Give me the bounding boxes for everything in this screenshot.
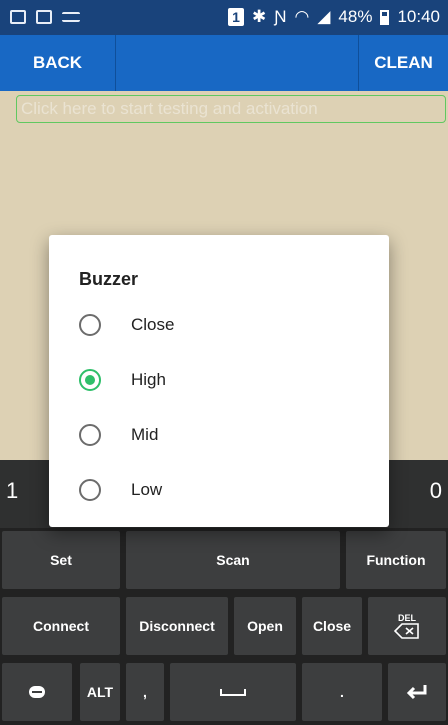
option-label: High	[131, 370, 166, 389]
nfc-icon: Ɲ	[274, 7, 287, 26]
buzzer-dialog: Buzzer Close High Mid Low	[49, 235, 389, 527]
option-label: Close	[131, 315, 175, 334]
open-key[interactable]: Open	[234, 597, 296, 655]
comma-key[interactable]: ,	[126, 663, 164, 721]
radio-button-selected[interactable]	[79, 369, 101, 391]
close-key[interactable]: Close	[302, 597, 362, 655]
enter-key[interactable]	[388, 663, 446, 721]
voicemail-icon	[62, 12, 80, 22]
minus-circle-icon	[29, 686, 45, 698]
set-key[interactable]: Set	[2, 531, 120, 589]
activation-prompt[interactable]: Click here to start testing and activati…	[16, 95, 446, 123]
space-icon	[220, 689, 246, 696]
period-key[interactable]: .	[302, 663, 382, 721]
connect-key[interactable]: Connect	[2, 597, 120, 655]
delete-key-label: DEL	[398, 613, 416, 623]
signal-icon: ◢	[317, 7, 331, 26]
keyboard: Set Scan Function Connect Disconnect Ope…	[0, 528, 448, 725]
option-label: Mid	[131, 425, 159, 444]
option-label: Low	[131, 480, 163, 499]
bluetooth-icon: ✱	[251, 7, 267, 26]
battery-icon	[380, 9, 390, 25]
radio-button[interactable]	[79, 314, 101, 336]
title-bar: BACK CLEAN	[0, 35, 448, 91]
back-button[interactable]: BACK	[0, 35, 116, 91]
status-left-icons	[10, 10, 80, 24]
notification-badge: 1	[228, 8, 244, 26]
clock: 10:40	[397, 7, 440, 26]
radio-button[interactable]	[79, 479, 101, 501]
wifi-icon: ◠	[294, 7, 310, 26]
backspace-icon	[394, 623, 419, 639]
key-0[interactable]: 0	[430, 478, 442, 504]
option-mid[interactable]: Mid	[79, 417, 369, 453]
scan-key[interactable]: Scan	[126, 531, 340, 589]
option-close[interactable]: Close	[79, 307, 369, 343]
status-bar: 1 ✱ Ɲ ◠ ◢ 48% 10:40	[0, 0, 448, 35]
option-high[interactable]: High	[79, 362, 369, 398]
battery-percent: 48%	[338, 7, 373, 26]
key-1[interactable]: 1	[6, 478, 18, 504]
enter-icon	[406, 685, 427, 700]
delete-key[interactable]: DEL	[368, 597, 446, 655]
radio-button[interactable]	[79, 424, 101, 446]
disconnect-key[interactable]: Disconnect	[126, 597, 228, 655]
option-low[interactable]: Low	[79, 472, 369, 508]
status-right-icons: 1 ✱ Ɲ ◠ ◢ 48% 10:40	[228, 7, 440, 27]
gallery-icon	[36, 10, 52, 24]
function-key[interactable]: Function	[346, 531, 446, 589]
emoji-key[interactable]	[2, 663, 72, 721]
dialog-title: Buzzer	[79, 269, 139, 289]
screenshot-icon	[10, 10, 26, 24]
space-key[interactable]	[170, 663, 296, 721]
alt-key[interactable]: ALT	[80, 663, 120, 721]
clean-button[interactable]: CLEAN	[358, 35, 448, 91]
